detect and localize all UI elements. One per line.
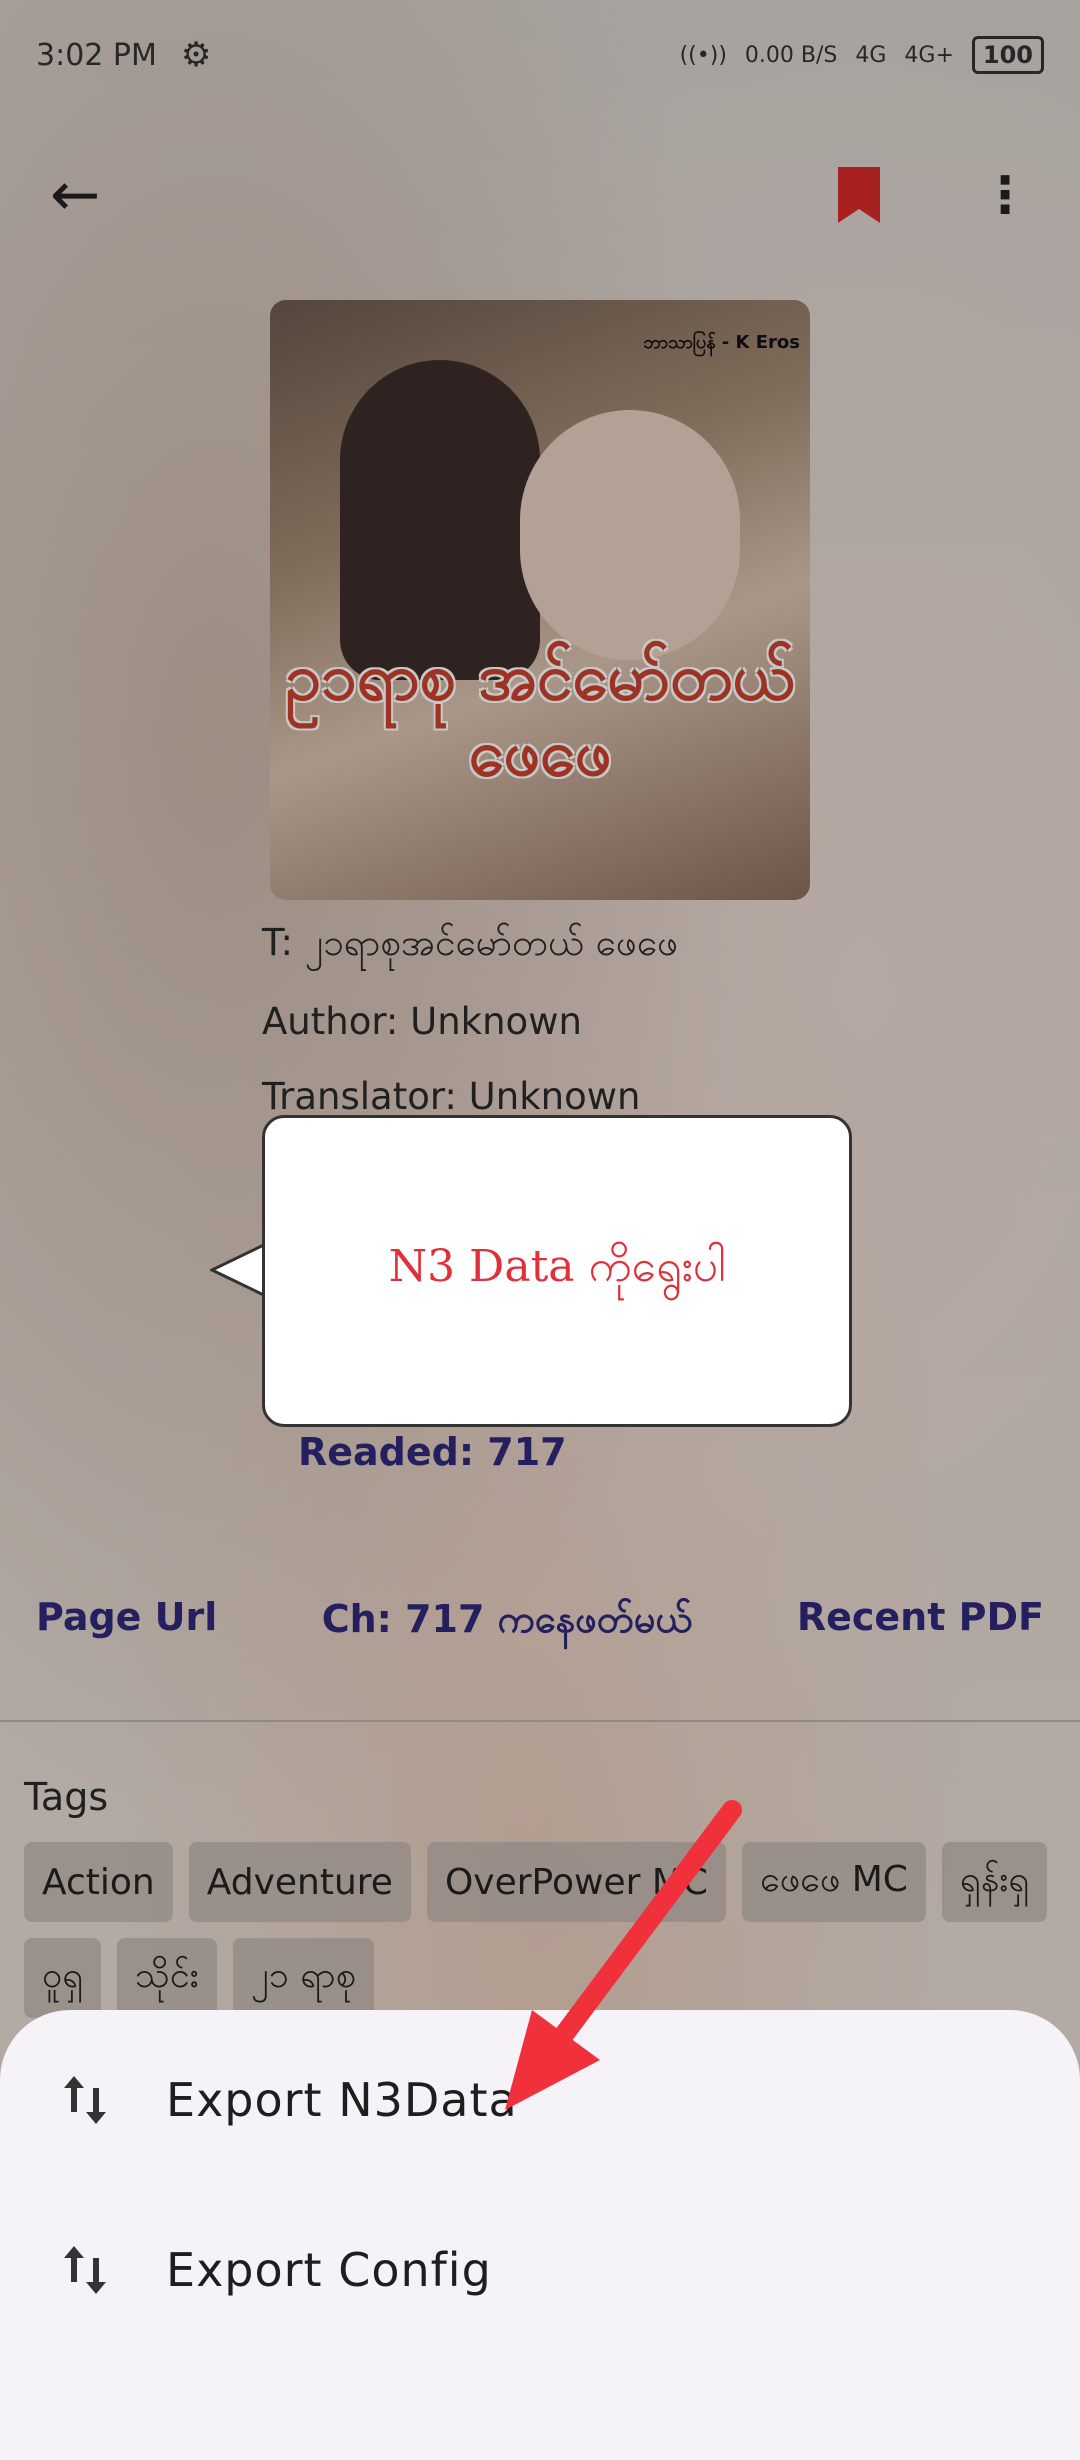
bottom-sheet: Export N3Data Export Config: [0, 2010, 1080, 2460]
callout-tail-icon: [210, 1240, 270, 1300]
sheet-item-label: Export Config: [166, 2243, 492, 2297]
export-config-item[interactable]: Export Config: [0, 2195, 1080, 2345]
swap-vert-icon: [64, 2246, 106, 2294]
export-n3data-item[interactable]: Export N3Data: [0, 2025, 1080, 2175]
callout-bubble: N3 Data ကိုရွေးပါ: [262, 1115, 852, 1427]
swap-vert-icon: [64, 2076, 106, 2124]
sheet-item-label: Export N3Data: [166, 2073, 518, 2127]
callout-text: N3 Data ကိုရွေးပါ: [388, 1241, 726, 1292]
